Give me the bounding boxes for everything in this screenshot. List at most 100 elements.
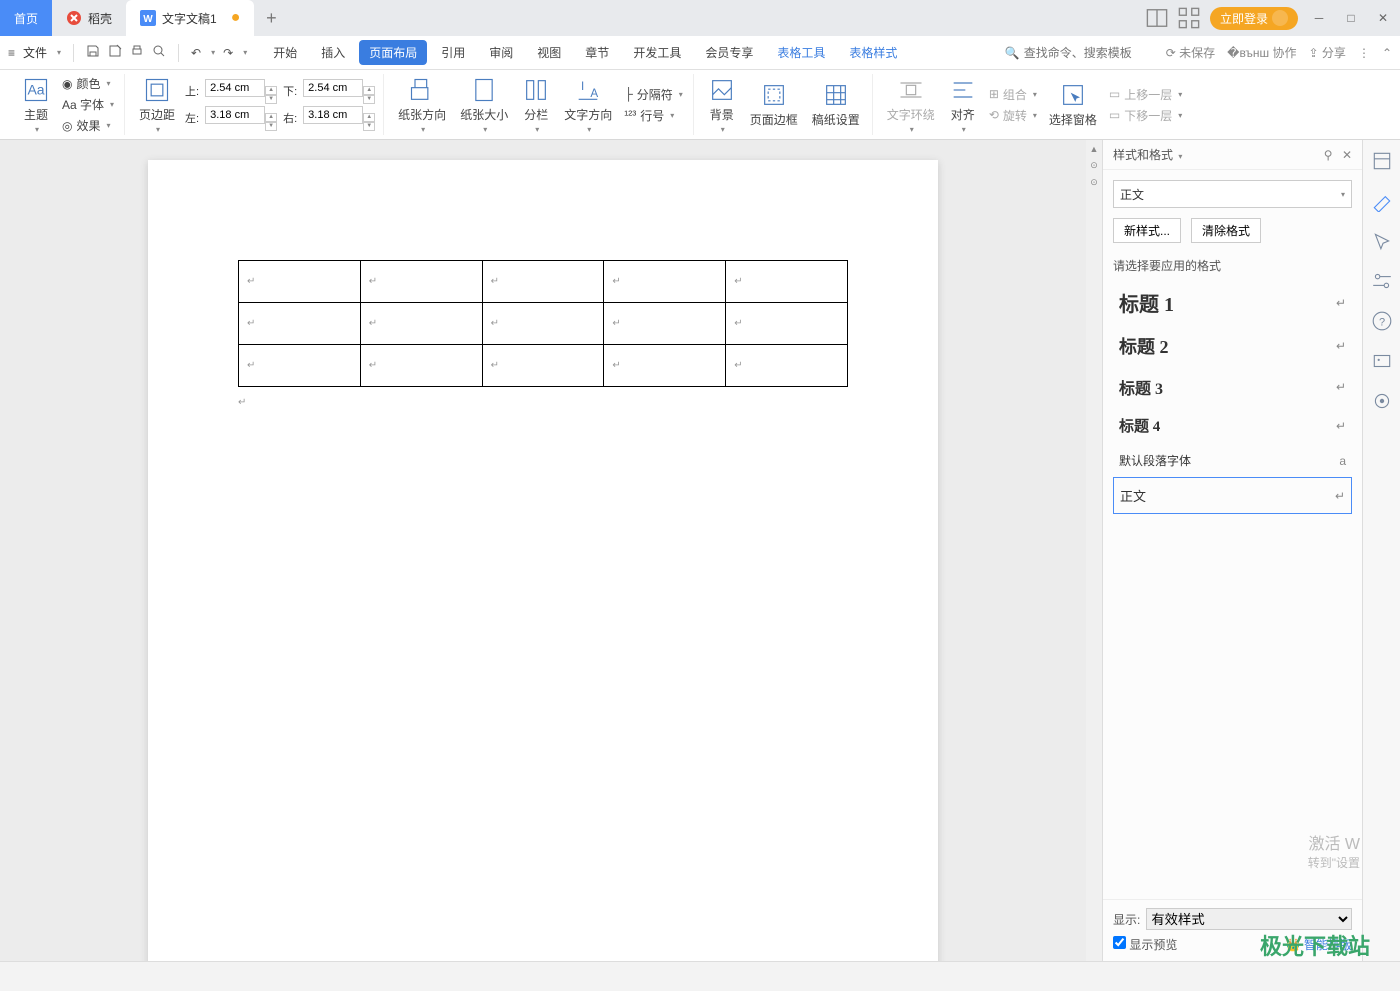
menu-page-layout[interactable]: 页面布局 [359,40,427,65]
margin-bottom-input[interactable] [303,79,363,97]
page-border-button[interactable]: 页面边框 [746,79,802,130]
print-icon[interactable] [130,44,144,61]
show-select[interactable]: 有效样式 [1146,908,1352,930]
rail-settings-icon[interactable] [1371,270,1393,292]
margin-right-input[interactable] [303,106,363,124]
preview-checkbox[interactable]: 显示预览 [1113,936,1177,953]
title-bar: 首页 稻壳 W 文字文稿1 ● + 立即登录 ─ □ ✕ [0,0,1400,36]
rail-help-icon[interactable]: ? [1371,310,1393,332]
margin-button[interactable]: 页边距▾ [135,74,179,136]
table-cell[interactable]: ↵ [239,261,361,303]
print-preview-icon[interactable] [152,44,166,61]
menu-table-tool[interactable]: 表格工具 [767,40,835,65]
margin-left-input[interactable] [205,106,265,124]
app-grid-icon[interactable] [1178,7,1200,29]
file-menu[interactable]: 文件 [23,44,47,61]
select-pane-button[interactable]: 选择窗格 [1045,79,1101,130]
document-table[interactable]: ↵↵↵↵↵ ↵↵↵↵↵ ↵↵↵↵↵ [238,260,848,387]
group-button[interactable]: ⊞ 组合▾ [987,85,1039,104]
background-icon [708,76,736,104]
menu-chapter[interactable]: 章节 [575,40,619,65]
pin-icon[interactable]: ⚲ [1324,148,1333,162]
menu-bar: ≡ 文件▾ ↶▾ ↷▾ 开始 插入 页面布局 引用 审阅 视图 章节 开发工具 … [0,36,1400,70]
menu-review[interactable]: 审阅 [479,40,523,65]
save-as-icon[interactable] [108,44,122,61]
theme-color[interactable]: ◉ 颜色▾ [60,74,116,93]
rail-template-icon[interactable] [1371,150,1393,172]
collapse-ribbon-icon[interactable]: ⌃ [1382,46,1392,60]
bring-forward-button[interactable]: ▭ 上移一层▾ [1107,85,1184,104]
background-button[interactable]: 背景▾ [704,74,740,136]
rail-image-icon[interactable] [1371,350,1393,372]
style-item-h1[interactable]: 标题 1↵ [1113,280,1352,325]
menu-start[interactable]: 开始 [263,40,307,65]
svg-text:Aa: Aa [27,81,44,97]
orientation-button[interactable]: 纸张方向▾ [394,74,450,136]
current-style-select[interactable]: 正文▾ [1113,180,1352,208]
login-button[interactable]: 立即登录 [1210,7,1298,30]
theme-effect[interactable]: ◎ 效果▾ [60,116,116,135]
search-input[interactable] [1024,46,1154,60]
svg-text:W: W [143,14,153,25]
minimize-button[interactable]: ─ [1308,7,1330,29]
cloud-unsaved[interactable]: ⟳ 未保存 [1166,44,1215,61]
style-item-bodytext[interactable]: 正文↵ [1113,477,1352,514]
theme-button[interactable]: Aa主题▾ [18,74,54,136]
menu-insert[interactable]: 插入 [311,40,355,65]
right-rail: ? [1362,140,1400,961]
menu-reference[interactable]: 引用 [431,40,475,65]
menu-view[interactable]: 视图 [527,40,571,65]
spin-up[interactable]: ▲ [265,86,277,95]
breaks-button[interactable]: ├ 分隔符▾ [622,85,685,104]
close-button[interactable]: ✕ [1372,7,1394,29]
clear-format-button[interactable]: 清除格式 [1191,218,1261,243]
tab-home[interactable]: 首页 [0,0,52,36]
close-panel-icon[interactable]: ✕ [1342,148,1352,162]
rail-styles-icon[interactable] [1371,190,1393,212]
document-page[interactable]: ↵↵↵↵↵ ↵↵↵↵↵ ↵↵↵↵↵ ↵ [148,160,938,961]
tab-document[interactable]: W 文字文稿1 ● [126,0,254,36]
redo-icon[interactable]: ↷ [223,46,233,60]
smart-layout-link[interactable]: 👑 智能排版 [1286,936,1352,953]
rail-select-icon[interactable] [1371,230,1393,252]
tab-docker[interactable]: 稻壳 [52,0,126,36]
style-item-h3[interactable]: 标题 3↵ [1113,367,1352,407]
send-backward-button[interactable]: ▭ 下移一层▾ [1107,106,1184,125]
collab-button[interactable]: �външ 协作 [1227,44,1296,61]
nav-dot-icon[interactable]: ⊙ [1090,160,1098,171]
margin-top-input[interactable] [205,79,265,97]
wrap-button[interactable]: 文字环绕▾ [883,74,939,136]
menu-table-style[interactable]: 表格样式 [839,40,907,65]
margin-left-label: 左: [185,110,199,126]
theme-font[interactable]: Aa 字体▾ [60,95,116,114]
nav-up-icon[interactable]: ▲ [1090,144,1099,154]
reading-mode-icon[interactable] [1146,7,1168,29]
command-search[interactable]: 🔍 [1005,46,1154,60]
save-icon[interactable] [86,44,100,61]
spin-down[interactable]: ▼ [265,95,277,104]
style-item-normal-font[interactable]: 默认段落字体a [1113,444,1352,477]
menu-member[interactable]: 会员专享 [695,40,763,65]
new-tab-button[interactable]: + [254,8,288,29]
rotate-button[interactable]: ⟲ 旋转▾ [987,106,1039,125]
manuscript-button[interactable]: 稿纸设置 [808,79,864,130]
menu-icon[interactable]: ≡ [8,46,15,60]
line-number-button[interactable]: ¹²³ 行号▾ [622,106,685,125]
align-button[interactable]: 对齐▾ [945,74,981,136]
text-direction-button[interactable]: IA文字方向▾ [560,74,616,136]
paper-size-button[interactable]: 纸张大小▾ [456,74,512,136]
maximize-button[interactable]: □ [1340,7,1362,29]
menu-dev[interactable]: 开发工具 [623,40,691,65]
columns-button[interactable]: 分栏▾ [518,74,554,136]
new-style-button[interactable]: 新样式... [1113,218,1181,243]
styles-panel: 样式和格式 ▾ ⚲ ✕ 正文▾ 新样式... 清除格式 请选择要应用的格式 标题… [1102,140,1362,961]
share-button[interactable]: ⇪ 分享 [1309,44,1346,61]
more-icon[interactable]: ⋮ [1358,46,1370,60]
rail-tool-icon[interactable] [1371,390,1393,412]
style-item-h4[interactable]: 标题 4↵ [1113,407,1352,444]
nav-dot2-icon[interactable]: ⊙ [1090,177,1098,188]
page-border-icon [760,81,788,109]
style-item-h2[interactable]: 标题 2↵ [1113,325,1352,367]
document-viewport[interactable]: ↵↵↵↵↵ ↵↵↵↵↵ ↵↵↵↵↵ ↵ [0,140,1086,961]
undo-icon[interactable]: ↶ [191,46,201,60]
